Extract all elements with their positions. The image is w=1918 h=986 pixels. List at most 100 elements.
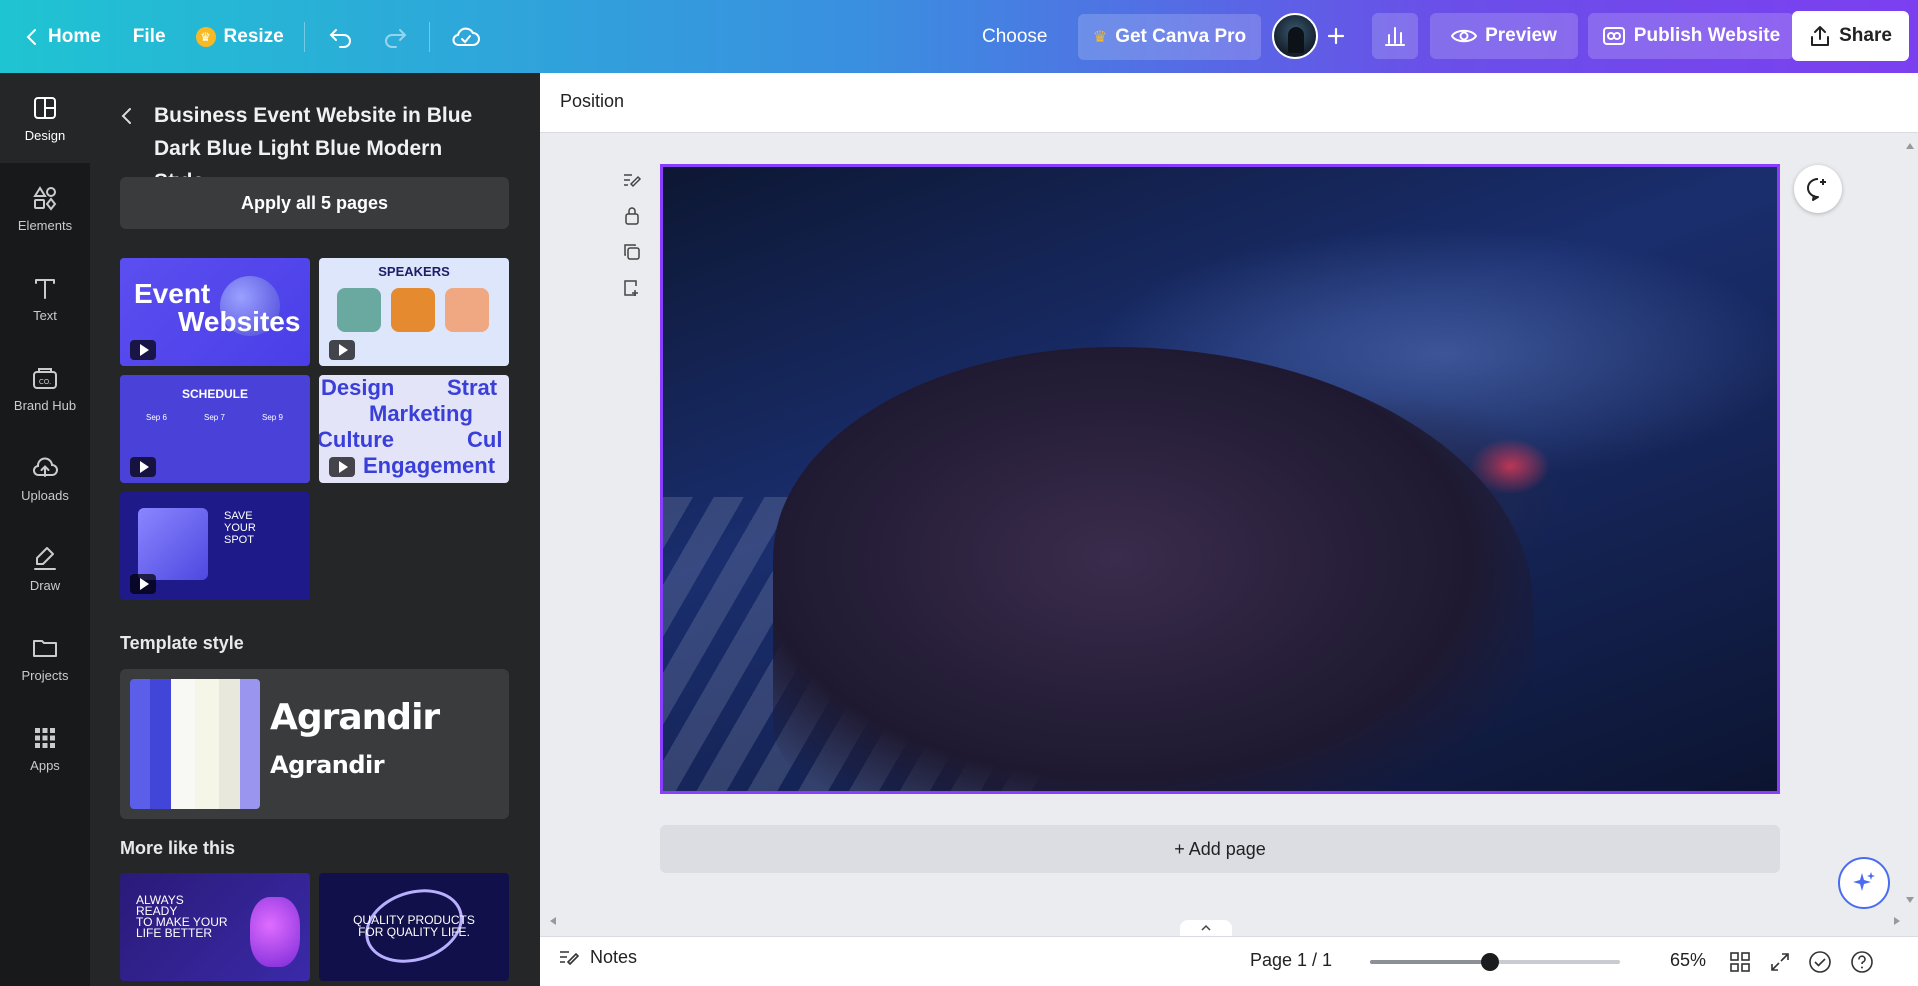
rail-item-elements[interactable]: Elements	[0, 163, 90, 253]
help-icon	[1851, 951, 1873, 973]
duplicate-icon	[624, 244, 640, 260]
rail-label: Brand Hub	[13, 397, 77, 413]
scroll-left-arrow	[550, 917, 556, 925]
zoom-value[interactable]: 65%	[1670, 950, 1706, 971]
add-comment-button[interactable]	[1794, 165, 1842, 213]
add-collaborator-button[interactable]	[1316, 16, 1356, 56]
file-label: File	[132, 25, 166, 47]
preview-button[interactable]: Preview	[1430, 13, 1578, 59]
design-icon	[34, 96, 56, 119]
position-button[interactable]: Position	[560, 91, 624, 112]
avatar[interactable]	[1272, 13, 1318, 59]
show-pages-toggle[interactable]	[1180, 920, 1232, 936]
thumb-text: SPOT	[224, 534, 254, 546]
page-indicator[interactable]: Page 1 / 1	[1250, 950, 1332, 971]
notes-label: Notes	[590, 947, 638, 967]
checklist-button[interactable]	[1806, 948, 1834, 976]
undo-button[interactable]	[321, 17, 361, 57]
swatch	[219, 679, 240, 809]
publish-label: Publish Website	[1633, 25, 1781, 46]
add-page-button[interactable]: + Add page	[660, 825, 1780, 873]
text-icon	[35, 278, 55, 299]
choose-button[interactable]: Choose	[970, 14, 1060, 60]
design-panel: Business Event Website in Blue Dark Blue…	[90, 73, 540, 986]
template-page-thumbnail[interactable]: SAVE YOUR SPOT	[120, 492, 310, 600]
hand-photo-detail	[773, 347, 1533, 791]
add-page-icon	[624, 280, 638, 296]
file-menu-button[interactable]: File	[121, 14, 178, 60]
page-notes-button[interactable]	[620, 168, 644, 192]
fullscreen-button[interactable]	[1766, 948, 1794, 976]
thumb-text: Sep 6	[146, 413, 167, 422]
related-template-thumbnail[interactable]: ALWAYS READY TO MAKE YOUR LIFE BETTER	[120, 873, 310, 981]
design-page[interactable]	[660, 164, 1780, 794]
home-label: Home	[48, 25, 101, 47]
chevron-left-icon	[121, 107, 131, 124]
scroll-right-arrow	[1894, 917, 1900, 925]
get-pro-label: Get Canva Pro	[1115, 25, 1247, 47]
thumb-image	[250, 897, 300, 967]
template-page-thumbnail[interactable]: SPEAKERS	[319, 258, 509, 366]
resize-button[interactable]: ♛ Resize	[184, 14, 296, 60]
rail-item-design[interactable]: Design	[0, 73, 90, 163]
chevron-left-icon	[26, 28, 36, 45]
template-page-thumbnail[interactable]: Design Strat Marketing Culture Cul Engag…	[319, 375, 509, 483]
undo-icon	[329, 28, 351, 48]
related-template-thumbnail[interactable]: QUALITY PRODUCTS FOR QUALITY LIFE.	[319, 873, 509, 981]
thumb-text: LIFE BETTER	[136, 926, 213, 940]
template-page-thumbnail[interactable]: SCHEDULE Sep 6 Sep 7 Sep 9	[120, 375, 310, 483]
share-button[interactable]: Share	[1792, 11, 1909, 61]
zoom-slider[interactable]	[1370, 953, 1620, 971]
context-toolbar: Position	[540, 73, 1918, 133]
publish-website-button[interactable]: Publish Website	[1588, 13, 1794, 59]
heading-font-sample: Agrandir	[270, 697, 440, 738]
divider	[428, 21, 430, 52]
thumb-image	[138, 508, 208, 580]
thumb-text: Strat	[447, 375, 498, 400]
elements-icon	[33, 185, 57, 211]
duplicate-page-button[interactable]	[620, 240, 644, 264]
rail-item-draw[interactable]: Draw	[0, 523, 90, 613]
redo-button[interactable]	[375, 17, 415, 57]
grid-view-button[interactable]	[1726, 948, 1754, 976]
rail-label: Design	[24, 127, 66, 143]
apps-icon	[35, 727, 55, 748]
left-rail: Design Elements Text CO. Brand Hub Uploa…	[0, 73, 90, 986]
rail-item-projects[interactable]: Projects	[0, 613, 90, 703]
template-page-thumbnail[interactable]: Event Websites	[120, 258, 310, 366]
rail-label: Text	[33, 307, 57, 323]
back-button[interactable]	[120, 99, 140, 132]
thumb-text: Cul	[467, 427, 503, 452]
rail-item-uploads[interactable]: Uploads	[0, 433, 90, 523]
notes-button[interactable]: Notes	[558, 947, 637, 968]
lock-page-button[interactable]	[620, 204, 644, 228]
canvas-area: Position + Add page Notes Page 1 / 1 65%	[540, 73, 1918, 986]
rail-label: Apps	[30, 757, 60, 773]
get-canva-pro-button[interactable]: ♛ Get Canva Pro	[1078, 13, 1261, 60]
folder-icon	[33, 639, 57, 657]
thumb-text: Engagement	[363, 453, 496, 478]
magic-assistant-button[interactable]	[1838, 857, 1890, 909]
speaker-photo	[391, 288, 435, 332]
rail-label: Draw	[29, 577, 61, 593]
play-icon	[130, 340, 156, 360]
insights-button[interactable]	[1372, 13, 1418, 59]
home-button[interactable]: Home	[12, 14, 113, 60]
apply-all-pages-button[interactable]: Apply all 5 pages	[120, 177, 509, 229]
resize-label: Resize	[223, 25, 284, 47]
zoom-slider-handle[interactable]	[1481, 953, 1499, 971]
rail-item-apps[interactable]: Apps	[0, 703, 90, 793]
check-circle-icon	[1809, 951, 1831, 973]
help-button[interactable]	[1848, 948, 1876, 976]
template-style-card[interactable]: Agrandir Agrandir	[120, 669, 509, 819]
add-page-icon-button[interactable]	[620, 276, 644, 300]
speaker-photo	[337, 288, 381, 332]
thumb-text: Culture	[319, 427, 394, 452]
thumb-text: SPEAKERS	[378, 264, 450, 279]
rail-item-text[interactable]: Text	[0, 253, 90, 343]
cloud-save-button[interactable]	[446, 17, 486, 57]
zoom-slider-fill	[1370, 960, 1490, 964]
rail-item-brand-hub[interactable]: CO. Brand Hub	[0, 343, 90, 433]
vertical-scrollbar[interactable]	[1904, 143, 1916, 903]
choose-label: Choose	[982, 25, 1048, 47]
